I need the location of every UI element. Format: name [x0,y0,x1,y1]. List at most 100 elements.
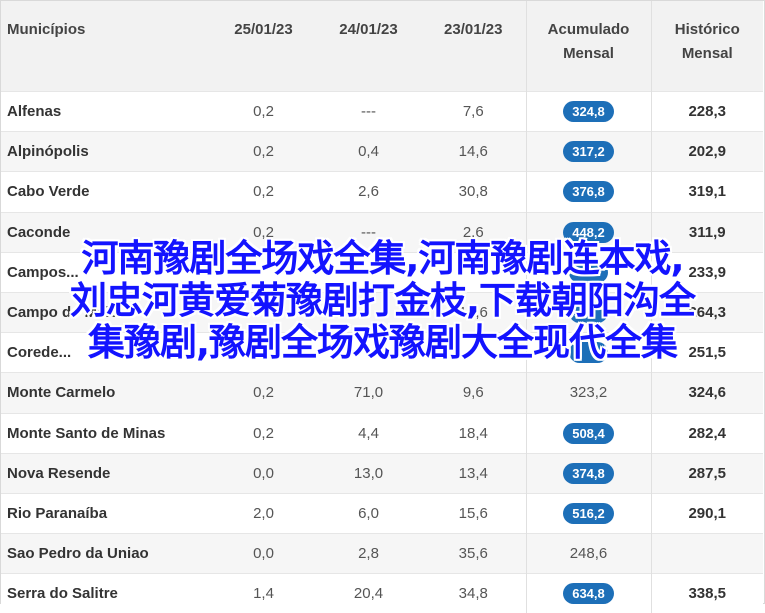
value-24-01: 71,0 [354,384,383,401]
value-24-01: 13,0 [354,465,383,482]
historico-value-cell: 338,5 [651,574,763,613]
value-23-01: 14,6 [459,143,488,160]
table-row: Cabo Verde 0,2 2,6 30,8 376,8 319,1 [1,172,763,212]
municipio-name: Alpinópolis [7,143,89,160]
value-25-01-cell: 0,0 [211,534,316,574]
acumulado-badge: 324,8 [563,101,614,122]
value-25-01-cell: 0,2 [211,92,316,132]
acumulado-text: 323,2 [570,384,608,401]
municipio-name-cell: Monte Carmelo [1,373,211,413]
header-historico[interactable]: HistóricoMensal [651,1,763,92]
value-23-01-cell: 35,6 [421,534,526,574]
value-23-01: 9,6 [463,384,484,401]
value-25-01: 0,0 [253,465,274,482]
value-23-01-cell: 7,6 [421,92,526,132]
value-25-01-cell: 0,2 [211,413,316,453]
municipio-name: Sao Pedro da Uniao [7,545,149,562]
acumulado-value-cell: 317,2 [526,132,651,172]
historico-value: 282,4 [688,425,726,442]
header-municipios[interactable]: Municípios [1,1,211,92]
historico-value-cell: 202,9 [651,132,763,172]
historico-value-cell: 319,1 [651,172,763,212]
acumulado-badge: 317,2 [563,141,614,162]
value-23-01: 18,4 [459,425,488,442]
municipio-name: Cabo Verde [7,183,90,200]
value-24-01: 2,8 [358,545,379,562]
value-24-01-cell: 13,0 [316,453,421,493]
table-row: Serra do Salitre 1,4 20,4 34,8 634,8 338,5 [1,574,763,613]
value-25-01: 0,0 [253,545,274,562]
value-23-01: 35,6 [459,545,488,562]
table-row: Alfenas 0,2 --- 7,6 324,8 228,3 [1,92,763,132]
historico-value: 228,3 [688,103,726,120]
value-25-01: 0,2 [253,425,274,442]
value-24-01: 2,6 [358,183,379,200]
historico-value: 319,1 [688,183,726,200]
table-row: Monte Santo de Minas 0,2 4,4 18,4 508,4 282,4 [1,413,763,453]
historico-value: 338,5 [688,585,726,602]
table-row: Sao Pedro da Uniao 0,0 2,8 35,6 248,6 [1,534,763,574]
acumulado-badge: 376,8 [563,181,614,202]
municipio-name: Serra do Salitre [7,585,118,602]
value-25-01-cell: 1,4 [211,574,316,613]
value-25-01-cell: 0,2 [211,132,316,172]
header-date-23[interactable]: 23/01/23 [421,1,526,92]
value-24-01-cell: 20,4 [316,574,421,613]
acumulado-value-cell: 516,2 [526,493,651,533]
historico-value: 290,1 [688,505,726,522]
historico-value-cell [651,534,763,574]
value-25-01: 0,2 [253,103,274,120]
value-23-01-cell: 30,8 [421,172,526,212]
municipio-name-cell: Nova Resende [1,453,211,493]
municipio-name-cell: Serra do Salitre [1,574,211,613]
municipio-name-cell: Sao Pedro da Uniao [1,534,211,574]
acumulado-badge: 516,2 [563,503,614,524]
historico-value-cell: 282,4 [651,413,763,453]
watermark-overlay-text: 河南豫剧全场戏全集,河南豫剧连本戏, 刘忠河黄爱菊豫剧打金枝,下载朝阳沟全 集豫… [0,238,765,364]
value-23-01: 30,8 [459,183,488,200]
header-date-24[interactable]: 24/01/23 [316,1,421,92]
value-25-01: 0,2 [253,384,274,401]
table-header: Municípios 25/01/23 24/01/23 23/01/23 Ac… [1,1,763,92]
value-24-01-cell: 2,8 [316,534,421,574]
acumulado-value-cell: 374,8 [526,453,651,493]
value-25-01: 1,4 [253,585,274,602]
municipio-name-cell: Cabo Verde [1,172,211,212]
header-date-25[interactable]: 25/01/23 [211,1,316,92]
historico-value-cell: 228,3 [651,92,763,132]
value-23-01-cell: 13,4 [421,453,526,493]
value-25-01-cell: 2,0 [211,493,316,533]
value-23-01-cell: 14,6 [421,132,526,172]
value-23-01: 34,8 [459,585,488,602]
municipio-name: Alfenas [7,103,61,120]
municipio-name-cell: Alfenas [1,92,211,132]
value-23-01-cell: 18,4 [421,413,526,453]
acumulado-value-cell: 248,6 [526,534,651,574]
value-24-01-cell: 6,0 [316,493,421,533]
value-25-01-cell: 0,0 [211,453,316,493]
value-24-01-cell: 4,4 [316,413,421,453]
historico-value-cell: 290,1 [651,493,763,533]
value-25-01: 0,2 [253,183,274,200]
acumulado-value-cell: 508,4 [526,413,651,453]
historico-value-cell: 287,5 [651,453,763,493]
municipio-name-cell: Alpinópolis [1,132,211,172]
acumulado-value-cell: 324,8 [526,92,651,132]
value-24-01: --- [361,103,376,120]
overlay-line-2: 刘忠河黄爱菊豫剧打金枝,下载朝阳沟全 [0,280,765,322]
table-row: Rio Paranaíba 2,0 6,0 15,6 516,2 290,1 [1,493,763,533]
municipio-name-cell: Rio Paranaíba [1,493,211,533]
municipio-name: Nova Resende [7,465,110,482]
acumulado-text: 248,6 [570,545,608,562]
municipio-name-cell: Monte Santo de Minas [1,413,211,453]
value-25-01: 2,0 [253,505,274,522]
value-24-01: 6,0 [358,505,379,522]
value-24-01-cell: 0,4 [316,132,421,172]
value-23-01-cell: 15,6 [421,493,526,533]
acumulado-value-cell: 323,2 [526,373,651,413]
historico-value-cell: 324,6 [651,373,763,413]
acumulado-badge: 634,8 [563,583,614,604]
acumulado-badge: 508,4 [563,423,614,444]
header-acumulado[interactable]: AcumuladoMensal [526,1,651,92]
acumulado-badge: 374,8 [563,463,614,484]
